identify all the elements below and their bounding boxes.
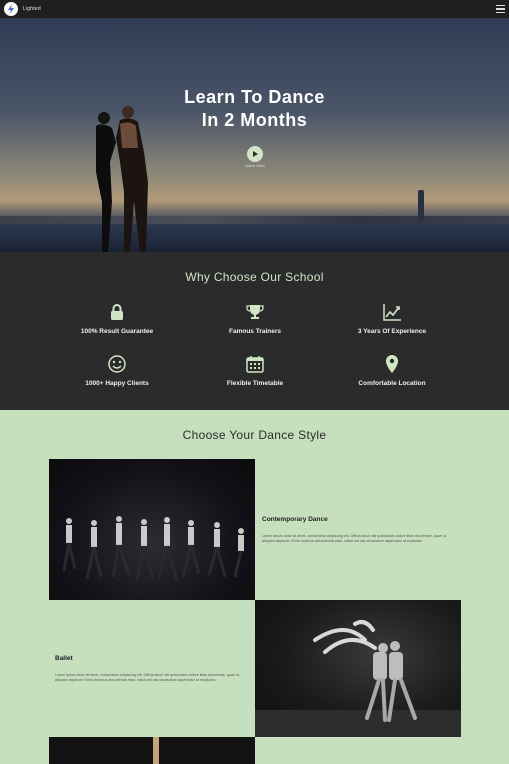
statue-silhouette bbox=[418, 190, 424, 220]
dance-style-description: Lorem ipsum dolor sit amet, consectetur … bbox=[55, 673, 240, 682]
next-dance-photo bbox=[49, 737, 255, 764]
play-icon bbox=[253, 151, 258, 157]
trophy-icon bbox=[246, 305, 264, 319]
feature-label: 3 Years Of Experience bbox=[357, 328, 427, 335]
chart-icon bbox=[383, 304, 401, 321]
feature-label: Flexible Timetable bbox=[226, 380, 284, 387]
map-pin-icon bbox=[386, 355, 398, 373]
ballet-photo bbox=[255, 600, 461, 737]
top-nav-bar: Lighted bbox=[0, 0, 509, 18]
sea bbox=[0, 224, 509, 252]
feature-label: Famous Trainers bbox=[228, 328, 282, 335]
feature-item: 100% Result Guarantee bbox=[52, 302, 182, 335]
dancers-group-image bbox=[62, 516, 244, 582]
lock-icon bbox=[111, 304, 123, 320]
why-choose-section: Why Choose Our School 100% Result Guaran… bbox=[0, 252, 509, 410]
hero-title-line1: Learn To Dance bbox=[184, 87, 325, 107]
ballet-dancers-image bbox=[255, 620, 461, 737]
contemporary-dance-photo bbox=[49, 459, 255, 600]
feature-item: 3 Years Of Experience bbox=[327, 302, 457, 335]
hamburger-menu-icon[interactable] bbox=[496, 5, 505, 13]
styles-section-title: Choose Your Dance Style bbox=[182, 428, 327, 442]
play-video-label[interactable]: Watch Video bbox=[235, 164, 275, 168]
feature-label: 100% Result Guarantee bbox=[80, 328, 154, 335]
dancer-partial-image bbox=[153, 737, 159, 764]
feature-item: Comfortable Location bbox=[327, 354, 457, 387]
dance-style-description: Lorem ipsum dolor sit amet, consectetur … bbox=[262, 534, 447, 543]
feature-item: 1000+ Happy Clients bbox=[52, 354, 182, 387]
dance-styles-section: Choose Your Dance Style Contemporary Dan… bbox=[0, 410, 509, 764]
logo-icon[interactable] bbox=[4, 2, 18, 16]
brand-name[interactable]: Lighted bbox=[23, 6, 41, 12]
feature-item: Famous Trainers bbox=[190, 302, 320, 335]
dance-style-name: Contemporary Dance bbox=[262, 516, 328, 523]
hero-section: Learn To Dance In 2 Months Watch Video bbox=[0, 18, 509, 252]
smile-icon bbox=[108, 355, 126, 373]
feature-label: 1000+ Happy Clients bbox=[85, 380, 149, 387]
why-section-title: Why Choose Our School bbox=[185, 270, 324, 284]
hero-title-line2: In 2 Months bbox=[201, 110, 308, 130]
dance-style-name: Ballet bbox=[55, 655, 73, 662]
feature-label: Comfortable Location bbox=[358, 380, 426, 387]
hero-title: Learn To Dance In 2 Months bbox=[0, 86, 509, 132]
play-video-button[interactable] bbox=[247, 146, 263, 162]
feature-item: Flexible Timetable bbox=[190, 354, 320, 387]
calendar-icon bbox=[246, 356, 264, 373]
